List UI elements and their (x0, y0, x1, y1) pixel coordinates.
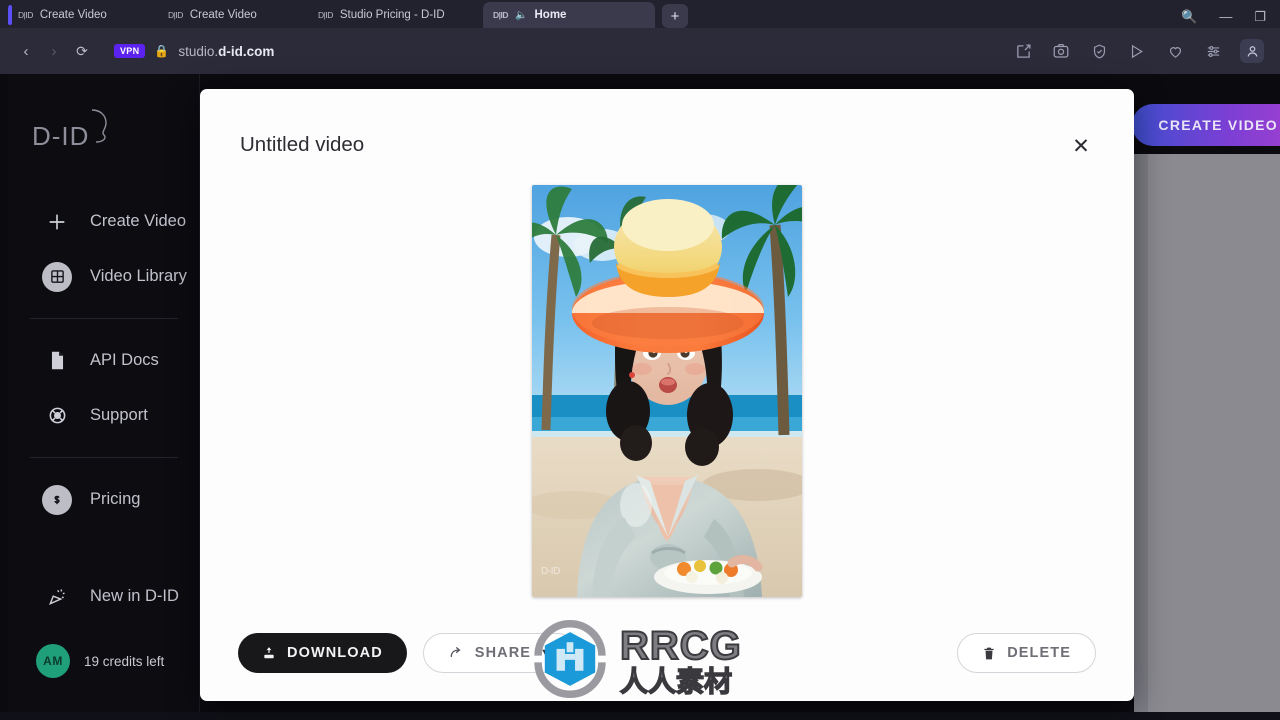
share-button[interactable]: SHARE ▼ (422, 633, 578, 673)
sidebar-item-label: API Docs (90, 351, 159, 369)
forward-button[interactable]: › (40, 37, 68, 65)
plus-icon (42, 207, 72, 237)
back-button[interactable]: ‹ (12, 37, 40, 65)
did-favicon: D|ID (318, 10, 333, 20)
megaphone-icon (42, 582, 72, 612)
trash-icon (982, 646, 996, 661)
speaker-icon[interactable]: 🔈 (515, 10, 527, 21)
tabstrip: D|ID Create Video D|ID Create Video D|ID… (0, 0, 1169, 28)
heart-icon[interactable] (1164, 40, 1186, 62)
did-logo: D-ID (32, 106, 112, 152)
profile-icon[interactable] (1240, 39, 1264, 63)
sidebar-item-create-video[interactable]: Create Video (8, 194, 200, 249)
modal-header: Untitled video ✕ (200, 89, 1134, 185)
close-icon[interactable]: ✕ (1068, 133, 1094, 159)
url-text: studio.d-id.com (178, 44, 274, 59)
avatar: AM (36, 644, 70, 678)
delete-label: DELETE (1007, 645, 1071, 661)
edit-page-icon[interactable] (1012, 40, 1034, 62)
sidebar-nav: Create Video Video Library API Docs Supp… (8, 194, 200, 624)
sidebar-divider-1 (30, 318, 178, 319)
did-favicon: D|ID (18, 10, 33, 20)
logo-text: D-ID (32, 121, 90, 151)
download-button[interactable]: DOWNLOAD (238, 633, 407, 673)
url-prefix: studio. (178, 43, 219, 59)
overlay-right-region: ûdemy (1148, 154, 1280, 720)
sidebar-item-video-library[interactable]: Video Library (8, 249, 200, 304)
grid-icon (42, 261, 72, 292)
share-label: SHARE (474, 645, 532, 661)
download-label: DOWNLOAD (287, 645, 383, 661)
credits-label: 19 credits left (84, 653, 165, 669)
sidebar-item-label: Pricing (90, 490, 141, 508)
modal-footer: DOWNLOAD SHARE ▼ DELETE (200, 605, 1134, 701)
sliders-icon[interactable] (1202, 40, 1224, 62)
lock-icon: 🔒 (154, 44, 170, 58)
tab-label: Home (534, 9, 567, 21)
screen: D|ID Create Video D|ID Create Video D|ID… (0, 0, 1280, 720)
sidebar-item-label: Video Library (90, 267, 187, 285)
window-controls: 🔍 — ❐ (1169, 10, 1280, 28)
dollar-coin-icon (42, 484, 72, 515)
share-arrow-icon (448, 646, 464, 660)
modal-title: Untitled video (240, 133, 365, 156)
video-detail-modal: Untitled video ✕ D-ID DOWNLOAD SHARE ▼ D… (200, 89, 1134, 701)
sidebar: D-ID Create Video Video Library API Docs… (8, 74, 200, 714)
sidebar-item-support[interactable]: Support (8, 388, 200, 443)
vpn-badge[interactable]: VPN (114, 44, 146, 58)
modal-body: D-ID (200, 185, 1134, 605)
document-icon (42, 346, 72, 376)
browser-tab-1[interactable]: D|ID Create Video (8, 2, 158, 28)
page-bottom-bar (0, 712, 1280, 720)
sidebar-item-label: Support (90, 406, 148, 424)
sidebar-item-label: New in D-ID (90, 587, 179, 605)
url-bar[interactable]: VPN 🔒 studio.d-id.com (114, 44, 1012, 59)
shield-check-icon[interactable] (1088, 40, 1110, 62)
extension-icons (1012, 39, 1268, 63)
download-icon (262, 646, 276, 660)
sidebar-item-api-docs[interactable]: API Docs (8, 333, 200, 388)
browser-address-bar: ‹ › ⟳ VPN 🔒 studio.d-id.com (0, 28, 1280, 74)
tab-label: Create Video (189, 9, 257, 21)
browser-tab-4-active[interactable]: D|ID 🔈 Home (483, 2, 655, 28)
tab-label: Create Video (39, 9, 107, 21)
did-favicon: D|ID (168, 10, 183, 20)
minimize-icon[interactable]: — (1219, 10, 1232, 23)
video-thumbnail (532, 185, 802, 597)
lifebuoy-icon (42, 401, 72, 431)
sidebar-item-label: Create Video (90, 212, 187, 230)
browser-tab-2[interactable]: D|ID Create Video (158, 2, 308, 28)
video-preview[interactable]: D-ID (532, 185, 802, 597)
reload-button[interactable]: ⟳ (68, 37, 96, 65)
did-favicon: D|ID (493, 10, 509, 20)
delete-button[interactable]: DELETE (957, 633, 1096, 673)
create-video-button[interactable]: CREATE VIDEO (1132, 104, 1280, 146)
restore-icon[interactable]: ❐ (1254, 10, 1266, 23)
screenshot-icon[interactable] (1050, 40, 1072, 62)
credits-row[interactable]: AM 19 credits left (36, 644, 164, 678)
tab-label: Studio Pricing - D-ID (339, 9, 445, 21)
browser-tab-strip: D|ID Create Video D|ID Create Video D|ID… (0, 0, 1280, 28)
search-icon[interactable]: 🔍 (1181, 10, 1197, 23)
face-outline-icon (90, 106, 112, 151)
sidebar-item-new-in-d-id[interactable]: New in D-ID (8, 569, 200, 624)
video-watermark: D-ID (541, 566, 560, 577)
url-domain: d-id.com (218, 43, 275, 59)
sidebar-divider-2 (30, 457, 178, 458)
new-tab-button[interactable]: + (662, 4, 688, 28)
send-icon[interactable] (1126, 40, 1148, 62)
sidebar-item-pricing[interactable]: Pricing (8, 472, 200, 527)
chevron-down-icon[interactable]: ▼ (540, 647, 552, 659)
browser-tab-3[interactable]: D|ID Studio Pricing - D-ID (308, 2, 483, 28)
